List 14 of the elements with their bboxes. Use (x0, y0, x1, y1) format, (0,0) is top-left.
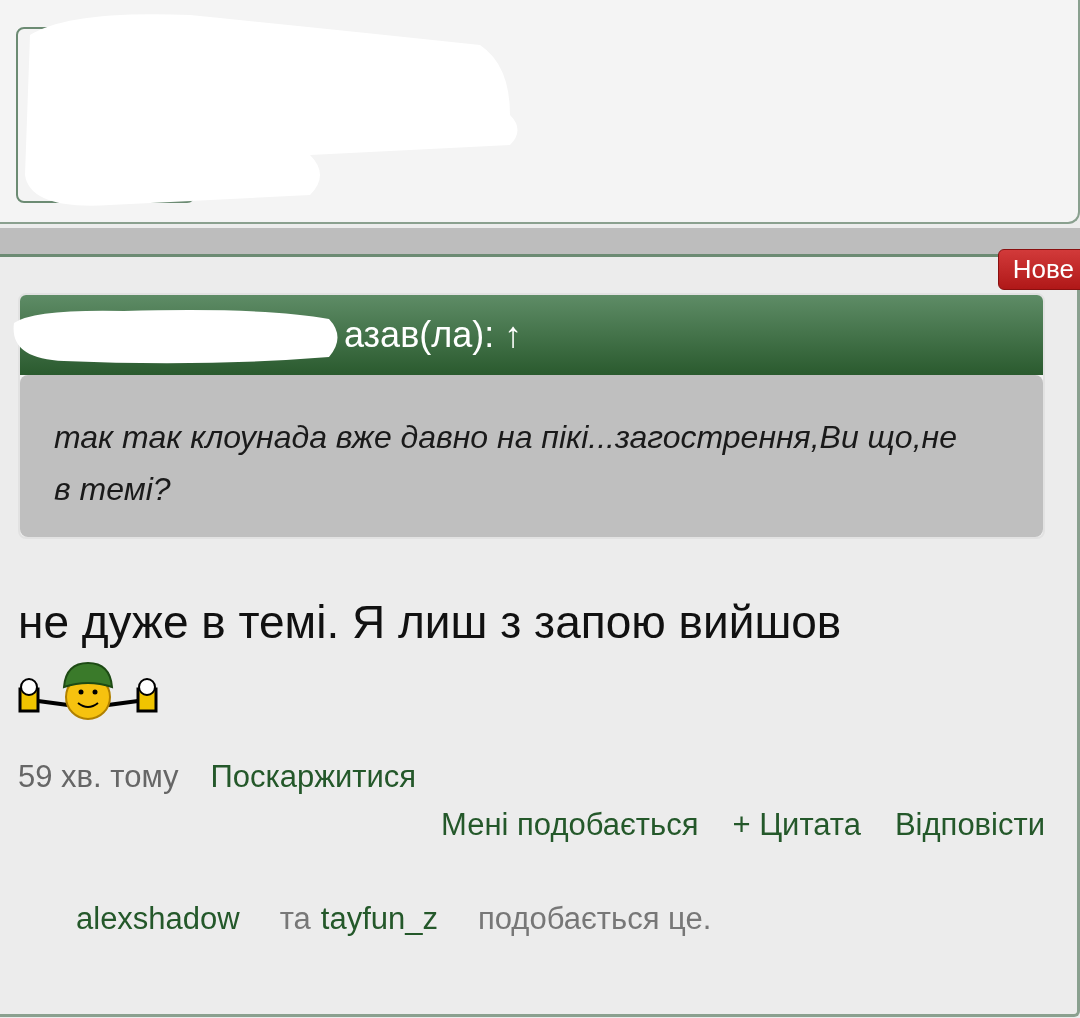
likes-joiner: та (279, 901, 311, 937)
action-link[interactable]: + Цитата (732, 807, 861, 843)
quote-author[interactable]: азав(ла): ↑ (344, 314, 523, 356)
user-link[interactable]: alexshadow (76, 901, 240, 937)
quote-text: так так клоунада вже давно на пікі...загострення,Ви що,не в темі? (54, 419, 957, 507)
user-link[interactable]: tayfun_z (320, 901, 438, 937)
post-time: 59 хв. тому (18, 759, 179, 795)
smiley-beer-icon (18, 659, 158, 721)
action-link[interactable]: Мені подобається (441, 807, 699, 843)
message-text: не дуже в темі. Я лиш з запою вийшов (18, 595, 843, 649)
likes-suffix: подобається це. (478, 901, 712, 937)
report-link[interactable]: Поскаржитися (210, 759, 417, 795)
action-link[interactable]: Відповісти (894, 807, 1045, 843)
new-badge: Нове (997, 249, 1080, 290)
